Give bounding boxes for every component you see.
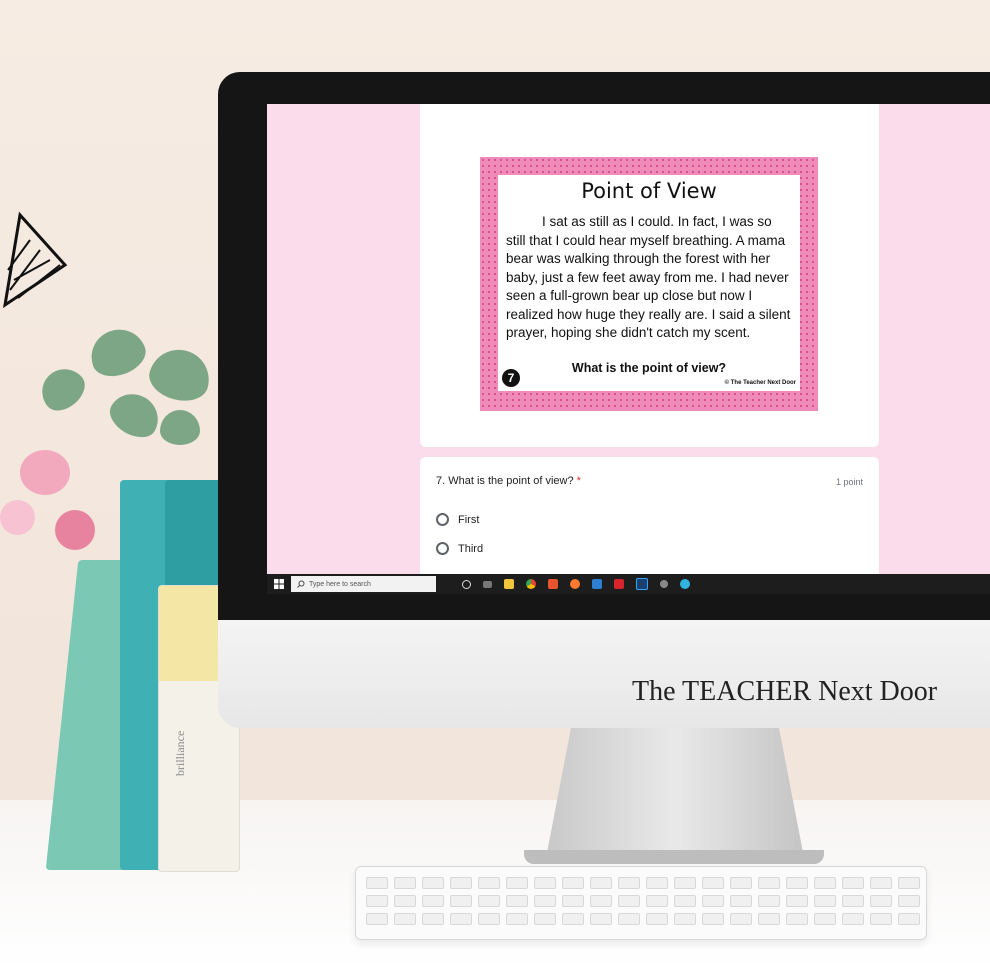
office-icon[interactable] [548,579,558,589]
question-poster-image: Point of View I sat as still as I could.… [480,157,818,411]
taskbar-search-box[interactable]: Type here to search [291,576,436,592]
book-spine-title: brilliance [173,730,187,776]
required-mark: * [576,475,581,487]
settings-icon[interactable] [660,580,668,588]
poster-passage: I sat as still as I could. In fact, I wa… [506,214,791,340]
task-view-icon[interactable] [483,580,492,588]
question-points: 1 point [835,477,863,487]
question-card: 7. What is the point of view? * 1 point … [420,457,879,574]
poster-number-badge: 7 [502,369,520,387]
question-label: 7. What is the point of view? * [436,475,581,487]
pyramid-doodle-icon [2,211,68,309]
taskbar-app-icons [462,578,690,590]
option-third[interactable]: Third [436,542,483,555]
keyboard [355,866,927,940]
acrobat-icon[interactable] [614,579,624,589]
radio-button[interactable] [436,542,449,555]
poster-copyright: © The Teacher Next Door [724,380,796,386]
question-text: 7. What is the point of view? [436,475,574,487]
search-icon [297,580,305,588]
monitor-screen: Point of View I sat as still as I could.… [267,104,990,574]
search-placeholder: Type here to search [309,580,371,588]
poster-question: What is the point of view? [571,361,727,375]
monitor-brand-logo: The TEACHER Next Door [632,676,938,707]
monitor-stand-base [524,850,824,864]
mail-icon[interactable] [592,579,602,589]
edge-icon[interactable] [680,579,690,589]
photoshop-icon[interactable] [636,578,648,590]
option-label: Third [458,542,484,555]
firefox-icon[interactable] [570,579,580,589]
poster-title: Point of View [581,179,717,203]
cortana-icon[interactable] [462,579,471,589]
monitor-stand [545,728,805,863]
option-first[interactable]: First [436,513,479,526]
windows-start-icon[interactable] [274,579,284,589]
windows-taskbar: Type here to search [267,574,990,594]
chrome-icon[interactable] [526,579,536,589]
option-label: First [458,513,480,526]
poster-text-panel: Point of View I sat as still as I could.… [498,175,800,391]
monitor-chin [218,620,990,728]
form-image-card: Point of View I sat as still as I could.… [420,104,879,447]
file-explorer-icon[interactable] [504,579,514,589]
book-teal-pattern [165,480,225,600]
radio-button[interactable] [436,513,449,526]
